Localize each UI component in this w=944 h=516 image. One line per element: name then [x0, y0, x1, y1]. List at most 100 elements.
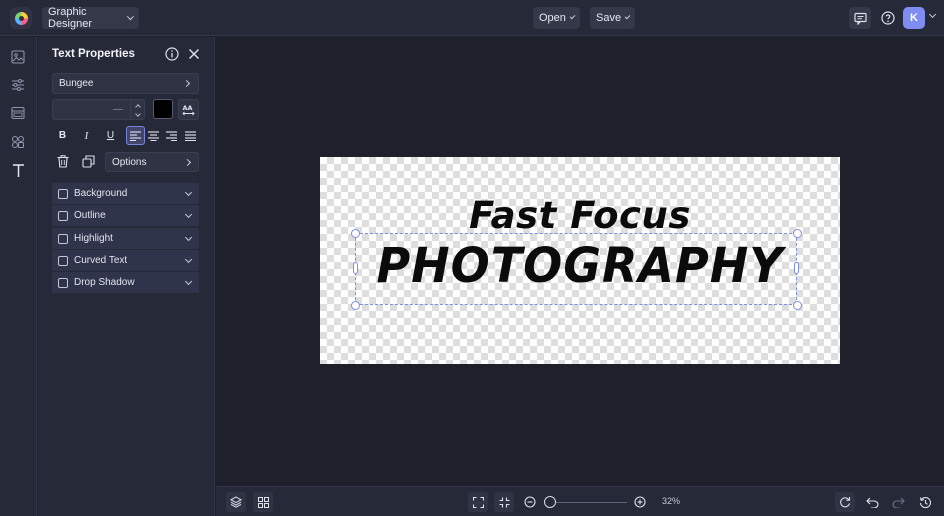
letter-spacing-button[interactable]: AA — [178, 99, 199, 120]
effect-label: Background — [74, 188, 128, 199]
resize-handle-bottom-right[interactable] — [793, 301, 802, 310]
zoom-in-button[interactable] — [630, 492, 650, 512]
design-canvas[interactable]: Fast Focus PHOTOGRAPHY — [320, 157, 840, 364]
duplicate-icon — [82, 155, 95, 168]
mode-dropdown[interactable]: Graphic Designer — [42, 6, 139, 30]
chevron-down-icon — [624, 13, 631, 20]
open-button[interactable]: Open — [533, 7, 580, 29]
effect-checkbox[interactable] — [58, 277, 68, 288]
layers-button[interactable] — [226, 492, 246, 512]
user-avatar[interactable]: K — [903, 7, 925, 29]
text-color-swatch[interactable] — [153, 99, 173, 119]
align-left-icon — [130, 130, 141, 141]
grid-view-button[interactable] — [253, 492, 273, 512]
undo-button[interactable] — [862, 492, 882, 512]
align-justify-icon — [185, 130, 196, 141]
align-center-button[interactable] — [144, 126, 163, 145]
expand-icon — [472, 496, 484, 508]
zoom-out-button[interactable] — [520, 492, 540, 512]
effect-outline[interactable]: Outline — [52, 205, 199, 226]
delete-button[interactable] — [53, 152, 72, 171]
history-icon — [919, 496, 931, 508]
rail-item-adjust[interactable] — [9, 76, 27, 94]
comments-button[interactable] — [849, 7, 871, 29]
effect-background[interactable]: Background — [52, 183, 199, 204]
stepper-down-icon[interactable] — [134, 111, 141, 117]
refresh-icon — [840, 497, 851, 508]
italic-button[interactable]: I — [77, 126, 96, 145]
save-button[interactable]: Save — [590, 7, 635, 29]
bold-button[interactable]: B — [53, 126, 72, 145]
redo-button[interactable] — [888, 492, 908, 512]
resize-handle-top-right[interactable] — [793, 229, 802, 238]
letter-spacing-icon: AA — [182, 104, 195, 115]
mode-dropdown-label: Graphic Designer — [48, 6, 93, 30]
frame-icon — [11, 106, 25, 120]
resize-handle-right[interactable] — [794, 262, 799, 274]
italic-label: I — [84, 129, 89, 142]
effect-label: Drop Shadow — [74, 277, 135, 288]
align-right-icon — [166, 130, 177, 141]
app-logo[interactable] — [10, 7, 32, 29]
grid-icon — [257, 496, 269, 508]
logo-mark-icon — [14, 11, 28, 25]
chevron-down-icon — [184, 188, 193, 196]
effect-checkbox[interactable] — [58, 255, 68, 266]
undo-icon — [865, 497, 879, 508]
canvas-workspace: Fast Focus PHOTOGRAPHY — [216, 37, 944, 485]
rail-item-frames[interactable] — [9, 104, 27, 122]
image-icon — [11, 50, 25, 64]
chevron-down-icon[interactable] — [928, 10, 937, 19]
close-icon[interactable] — [188, 48, 200, 60]
underline-button[interactable]: U — [101, 126, 120, 145]
chevron-right-icon — [182, 79, 191, 88]
info-icon[interactable] — [165, 47, 179, 61]
zoom-level: 32% — [661, 496, 680, 506]
font-family-select[interactable]: Bungee — [52, 73, 199, 94]
effect-label: Outline — [74, 210, 106, 221]
font-size-input[interactable]: — — [52, 99, 131, 120]
chevron-down-icon — [184, 277, 193, 285]
chevron-down-icon — [184, 255, 193, 263]
effect-label: Curved Text — [74, 255, 128, 266]
help-button[interactable] — [877, 7, 899, 29]
align-right-button[interactable] — [162, 126, 181, 145]
effect-checkbox[interactable] — [58, 233, 68, 244]
actual-size-button[interactable] — [494, 492, 514, 512]
resize-handle-bottom-left[interactable] — [351, 301, 360, 310]
chevron-down-icon — [184, 233, 193, 241]
shrink-icon — [499, 497, 509, 507]
effect-checkbox[interactable] — [58, 188, 68, 199]
effect-drop-shadow[interactable]: Drop Shadow — [52, 272, 199, 293]
font-size-value: — — [113, 104, 123, 115]
effect-highlight[interactable]: Highlight — [52, 228, 199, 249]
font-size-stepper[interactable] — [131, 99, 145, 120]
effect-checkbox[interactable] — [58, 210, 68, 221]
tool-rail — [0, 37, 37, 516]
rail-item-graphics[interactable] — [9, 133, 27, 151]
resize-handle-top-left[interactable] — [351, 229, 360, 238]
zoom-slider-track[interactable] — [551, 502, 627, 503]
resize-handle-left[interactable] — [353, 262, 358, 274]
zoom-slider-handle[interactable] — [544, 496, 556, 508]
rail-item-text[interactable] — [9, 161, 27, 179]
rail-item-image[interactable] — [9, 48, 27, 66]
duplicate-button[interactable] — [79, 152, 98, 171]
selection-box[interactable] — [355, 233, 797, 305]
history-button[interactable] — [915, 492, 935, 512]
save-button-label: Save — [596, 12, 622, 24]
underline-label: U — [106, 130, 115, 141]
align-justify-button[interactable] — [181, 126, 200, 145]
options-button[interactable]: Options — [105, 152, 199, 172]
help-icon — [881, 11, 895, 25]
effect-label: Highlight — [74, 233, 113, 244]
effect-curved-text[interactable]: Curved Text — [52, 250, 199, 271]
align-left-button[interactable] — [126, 126, 145, 145]
font-family-value: Bungee — [59, 78, 94, 89]
shapes-icon — [11, 135, 25, 149]
zoom-in-icon — [634, 496, 646, 508]
fit-to-screen-button[interactable] — [468, 492, 488, 512]
canvas-text-line-1[interactable]: Fast Focus — [320, 194, 840, 237]
reset-button[interactable] — [835, 492, 855, 512]
stepper-up-icon[interactable] — [134, 104, 141, 110]
